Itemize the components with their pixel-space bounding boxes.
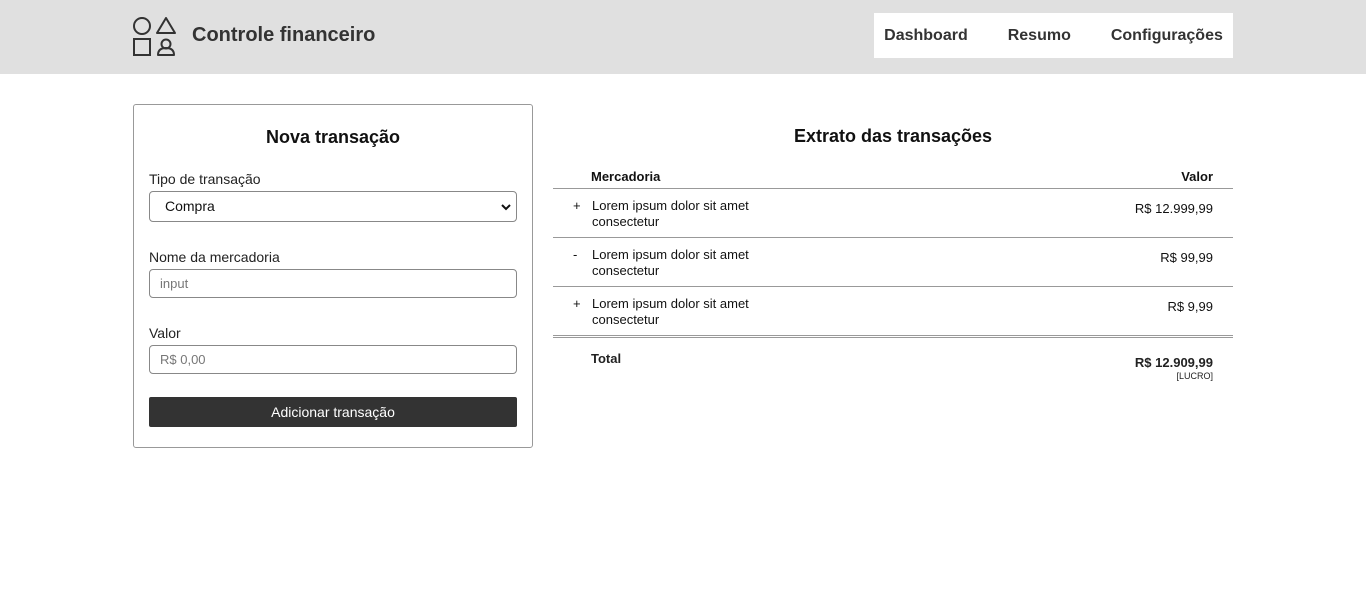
total-label: Total: [591, 351, 622, 366]
top-bar: Controle financeiro Dashboard Resumo Con…: [0, 0, 1366, 74]
add-transaction-button[interactable]: Adicionar transação: [149, 397, 517, 427]
transaction-value: R$ 99,99: [1160, 250, 1213, 265]
transaction-sign: +: [573, 296, 581, 311]
app-title: Controle financeiro: [192, 24, 376, 46]
table-row: + Lorem ipsum dolor sit amet consectetur…: [553, 189, 1233, 238]
total-status-badge: [LUCRO]: [1176, 371, 1213, 381]
table-header: Mercadoria Valor: [553, 168, 1233, 189]
value-input[interactable]: [149, 345, 517, 374]
transaction-type-select[interactable]: Compra: [149, 191, 517, 222]
column-header-mercadoria: Mercadoria: [591, 169, 661, 184]
product-name-input[interactable]: [149, 269, 517, 298]
table-row: + Lorem ipsum dolor sit amet consectetur…: [553, 287, 1233, 336]
new-transaction-form: Nova transação Tipo de transação Compra …: [133, 104, 533, 448]
total-value: R$ 12.909,99: [1134, 355, 1213, 370]
transaction-value: R$ 12.999,99: [1134, 201, 1213, 216]
transaction-sign: +: [573, 198, 581, 213]
transaction-description: Lorem ipsum dolor sit amet consectetur: [592, 198, 749, 229]
nav-resumo[interactable]: Resumo: [988, 27, 1091, 45]
product-name-label: Nome da mercadoria: [149, 249, 280, 265]
nav-configuracoes[interactable]: Configurações: [1091, 27, 1243, 45]
transaction-sign: -: [573, 247, 578, 262]
transaction-type-label: Tipo de transação: [149, 171, 261, 187]
value-label: Valor: [149, 325, 181, 341]
statement-title: Extrato das transações: [793, 126, 993, 146]
table-row: - Lorem ipsum dolor sit amet consectetur…: [553, 238, 1233, 287]
transaction-description: Lorem ipsum dolor sit amet consectetur: [592, 247, 749, 278]
nav-dashboard[interactable]: Dashboard: [864, 27, 988, 45]
shapes-logo-icon: [133, 17, 176, 56]
transaction-type-value: Compra: [165, 198, 215, 214]
total-divider: [553, 335, 1233, 338]
main-nav: Dashboard Resumo Configurações: [874, 13, 1233, 58]
form-title: Nova transação: [265, 127, 401, 147]
column-header-valor: Valor: [1181, 169, 1213, 184]
transaction-value: R$ 9,99: [1167, 299, 1213, 314]
transaction-description: Lorem ipsum dolor sit amet consectetur: [592, 296, 749, 327]
chevron-down-icon: [501, 204, 511, 211]
